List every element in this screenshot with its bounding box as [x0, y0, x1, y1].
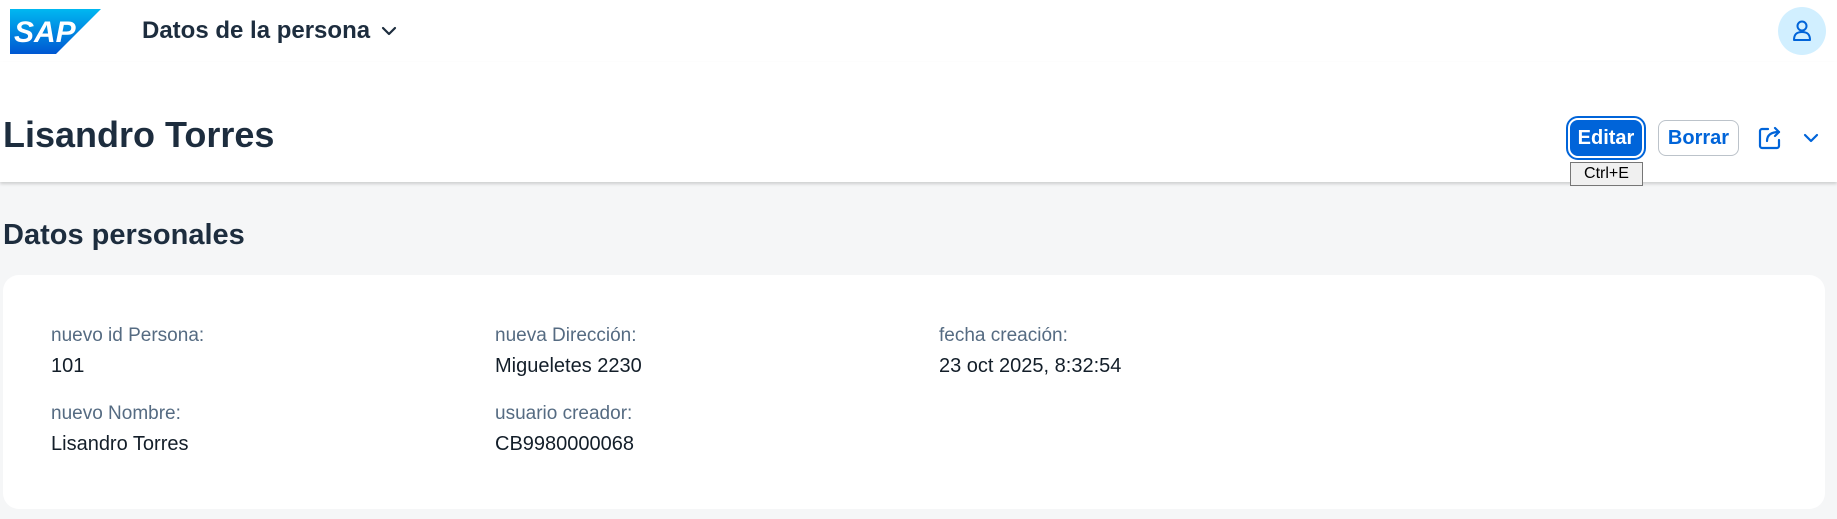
- user-avatar[interactable]: [1778, 7, 1826, 55]
- delete-button[interactable]: Borrar: [1658, 120, 1739, 156]
- section-title: Datos personales: [3, 219, 245, 251]
- person-icon: [1793, 20, 1811, 41]
- personal-data-card: nuevo id Persona: 101 nuevo Nombre: Lisa…: [3, 275, 1825, 509]
- share-menu-button[interactable]: [1757, 120, 1819, 156]
- field-created-by: usuario creador: CB9980000068: [495, 403, 634, 455]
- shell-bar: SAP Datos de la persona: [0, 0, 1837, 62]
- sap-logo[interactable]: SAP: [10, 9, 101, 54]
- field-label: nueva Dirección:: [495, 325, 637, 346]
- object-page-header: Lisandro Torres Editar Borrar: [0, 62, 1837, 182]
- field-value: Lisandro Torres: [51, 433, 189, 455]
- field-label: nuevo id Persona:: [51, 325, 205, 346]
- app-title-menu[interactable]: Datos de la persona: [142, 14, 397, 48]
- edit-button[interactable]: Editar: [1566, 116, 1646, 160]
- logo-text: SAP: [14, 16, 77, 49]
- page-title: Lisandro Torres: [3, 114, 275, 155]
- field-value: Migueletes 2230: [495, 355, 642, 377]
- field-created-at: fecha creación: 23 oct 2025, 8:32:54: [939, 325, 1121, 377]
- field-label: fecha creación:: [939, 325, 1068, 346]
- field-value: 101: [51, 355, 85, 377]
- field-name: nuevo Nombre: Lisandro Torres: [51, 403, 188, 455]
- field-label: nuevo Nombre:: [51, 403, 181, 424]
- field-address: nueva Dirección: Migueletes 2230: [495, 325, 642, 377]
- field-value: 23 oct 2025, 8:32:54: [939, 355, 1122, 377]
- share-icon: [1758, 126, 1781, 150]
- chevron-down-icon: [1803, 133, 1819, 143]
- field-label: usuario creador:: [495, 403, 633, 424]
- edit-shortcut-tooltip: Ctrl+E: [1570, 162, 1643, 186]
- field-person-id: nuevo id Persona: 101: [51, 325, 204, 377]
- app-title: Datos de la persona: [142, 17, 371, 44]
- chevron-down-icon: [381, 26, 397, 36]
- field-value: CB9980000068: [495, 433, 635, 455]
- sap-logo-graphic: SAP: [10, 9, 101, 54]
